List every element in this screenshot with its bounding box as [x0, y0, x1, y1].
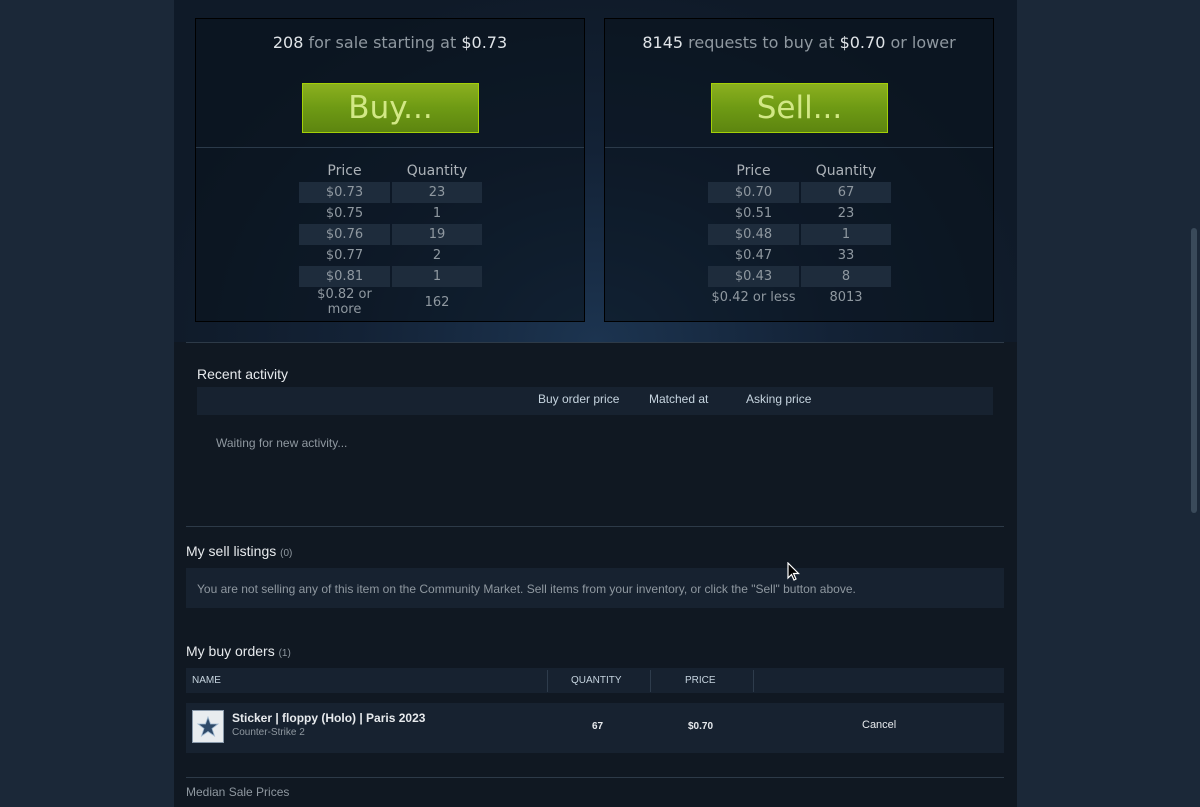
table-row: $0.51 23	[734, 206, 855, 221]
column-separator	[650, 670, 651, 692]
table-row: $0.70 67	[708, 182, 891, 203]
buy-order-table: Price Quantity $0.70 67 $0.51 23 $0.48 1 $0…	[706, 161, 893, 308]
table-row: $0.77 2	[325, 248, 442, 263]
buy-request-count: 8145	[642, 33, 684, 52]
sell-button[interactable]: Sell...	[711, 83, 888, 133]
sell-listings-title: My sell listings (0)	[186, 543, 293, 559]
median-sale-prices-title: Median Sale Prices	[186, 785, 290, 799]
col-buy-order-price: Buy order price	[538, 392, 620, 406]
highest-buy-price: $0.70	[839, 33, 886, 52]
sell-listings-count: (0)	[280, 548, 293, 559]
sell-panel: 8145 requests to buy at $0.70 or lower S…	[604, 18, 994, 322]
cancel-button[interactable]: Cancel	[862, 719, 896, 731]
sell-listings-message: You are not selling any of this item on …	[186, 568, 1004, 608]
table-row: $0.43 8	[708, 266, 891, 287]
table-row: $0.82 or more 162	[317, 287, 450, 317]
buy-orders-header: NAME QUANTITY PRICE	[186, 668, 1004, 693]
scrollbar-thumb[interactable]	[1191, 228, 1197, 513]
sticker-star-icon[interactable]	[192, 710, 224, 743]
col-price: Price	[327, 163, 362, 179]
item-name-link[interactable]: Sticker | floppy (Holo) | Paris 2023	[232, 711, 425, 725]
table-row: $0.81 1	[299, 266, 482, 287]
col-price: PRICE	[685, 675, 716, 686]
table-row: $0.48 1	[708, 224, 891, 245]
column-separator	[753, 670, 754, 692]
table-row: $0.42 or less 8013	[711, 290, 863, 305]
buy-order-row: Sticker | floppy (Holo) | Paris 2023 Cou…	[186, 703, 1004, 753]
sell-order-table: Price Quantity $0.73 23 $0.75 1 $0.76 19 $0…	[297, 161, 484, 317]
divider	[186, 777, 1004, 778]
buy-orders-title: My buy orders (1)	[186, 643, 291, 659]
col-price: Price	[736, 163, 771, 179]
col-name: NAME	[192, 675, 221, 686]
divider	[186, 342, 1004, 343]
left-gutter	[0, 0, 174, 807]
buy-button[interactable]: Buy...	[302, 83, 479, 133]
col-matched-at: Matched at	[649, 392, 709, 406]
lowest-sale-price: $0.73	[461, 33, 508, 52]
order-price: $0.70	[688, 721, 714, 732]
market-content: 208 for sale starting at $0.73 Buy... Pr…	[174, 0, 1017, 807]
buy-summary: 208 for sale starting at $0.73	[272, 33, 508, 52]
col-quantity: QUANTITY	[571, 675, 622, 686]
buy-orders-count: (1)	[278, 648, 291, 659]
col-quantity: Quantity	[815, 163, 877, 179]
table-row: $0.73 23	[299, 182, 482, 203]
column-separator	[547, 670, 548, 692]
right-gutter	[1017, 0, 1188, 807]
recent-activity-title: Recent activity	[197, 366, 289, 382]
buy-panel: 208 for sale starting at $0.73 Buy... Pr…	[195, 18, 585, 322]
order-quantity: 67	[592, 721, 604, 732]
page-scrollbar[interactable]	[1188, 0, 1200, 807]
table-row: $0.76 19	[299, 224, 482, 245]
divider	[186, 526, 1004, 527]
col-asking-price: Asking price	[746, 392, 812, 406]
sell-summary: 8145 requests to buy at $0.70 or lower	[642, 33, 956, 52]
mouse-cursor-icon	[787, 562, 800, 581]
table-row: $0.47 33	[734, 248, 855, 263]
col-quantity: Quantity	[406, 163, 468, 179]
for-sale-count: 208	[272, 33, 304, 52]
recent-activity-header: Buy order price Matched at Asking price	[197, 387, 993, 415]
table-row: $0.75 1	[325, 206, 442, 221]
item-game: Counter-Strike 2	[232, 727, 305, 738]
activity-waiting-text: Waiting for new activity...	[216, 436, 348, 450]
